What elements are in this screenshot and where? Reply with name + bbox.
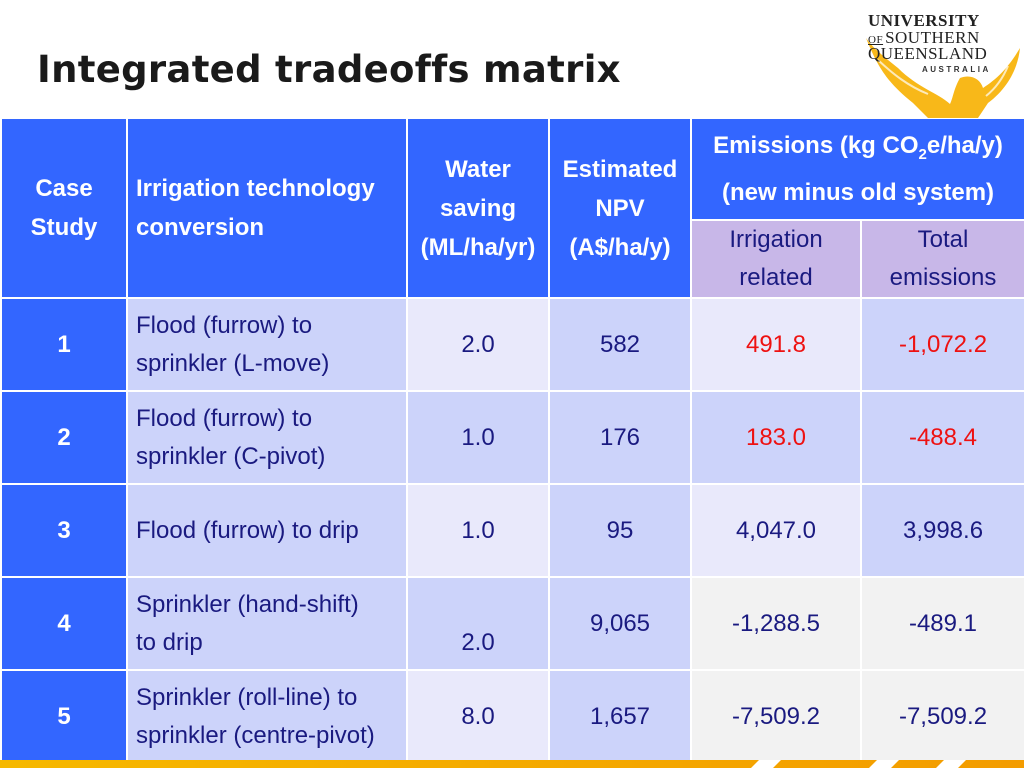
tech-line2: sprinkler (L-move): [136, 349, 330, 377]
header-water-line1: Water: [445, 155, 511, 183]
university-logo: UNIVERSITY OF SOUTHERN QUEENSLAND AUSTRAL…: [858, 8, 1024, 118]
case-number: 5: [0, 669, 128, 764]
npv-cell: 9,065: [548, 576, 692, 671]
header-npv: Estimated NPV (A$/ha/y): [548, 117, 692, 299]
header-npv-line2: NPV: [595, 194, 645, 222]
case-number: 4: [0, 576, 128, 671]
tech-line1: Flood (furrow) to drip: [136, 516, 359, 544]
total-emissions-cell: -488.4: [859, 390, 1024, 485]
case-number: 1: [0, 297, 128, 392]
tech-line2: sprinkler (centre-pivot): [136, 721, 375, 749]
header-water-line2: saving: [439, 194, 517, 222]
header-total-line2: emissions: [889, 264, 997, 291]
tech-line2: sprinkler (C-pivot): [136, 442, 326, 470]
logo-line-queensland: QUEENSLAND: [868, 44, 988, 63]
header-tech-line1: Irrigation technology: [136, 175, 375, 202]
technology-cell: Flood (furrow) to drip: [126, 483, 408, 578]
total-emissions-cell: 3,998.6: [859, 483, 1024, 578]
header-tech-line2: conversion: [136, 214, 265, 241]
header-row: Case Study Irrigation technology convers…: [0, 117, 1024, 299]
logo-line-australia: AUSTRALIA: [922, 65, 991, 74]
npv-cell: 582: [548, 297, 692, 392]
water-saving-cell: 1.0: [406, 390, 550, 485]
header-technology: Irrigation technology conversion: [126, 117, 408, 299]
header-irr-line1: Irrigation: [729, 226, 823, 253]
irrigation-emissions-cell: 4,047.0: [690, 483, 862, 578]
water-saving-cell: 2.0: [406, 297, 550, 392]
water-saving-cell: 1.0: [406, 483, 550, 578]
header-emissions-line1: Emissions (kg CO2e/ha/y): [692, 126, 1024, 174]
table-row: 3 Flood (furrow) to drip 1.0 95 4,047.0 …: [0, 483, 1024, 578]
total-emissions-cell: -7,509.2: [859, 669, 1024, 764]
water-saving-cell: 8.0: [406, 669, 550, 764]
emissions-subscript: 2: [918, 145, 927, 163]
tech-line1: Flood (furrow) to: [136, 404, 313, 432]
water-saving-cell: 2.0: [406, 576, 550, 671]
tradeoffs-table: Case Study Irrigation technology convers…: [0, 117, 1024, 764]
tech-line1: Sprinkler (roll-line) to: [136, 683, 358, 711]
technology-cell: Sprinkler (hand-shift) to drip: [126, 576, 408, 671]
header-total-line1: Total: [917, 226, 969, 253]
emissions-post: e/ha/y): [926, 131, 1003, 159]
irrigation-emissions-cell: -7,509.2: [690, 669, 862, 764]
header-npv-line1: Estimated: [562, 155, 678, 183]
irrigation-emissions-cell: -1,288.5: [690, 576, 862, 671]
header-irr-line2: related: [739, 264, 813, 291]
tech-line1: Flood (furrow) to: [136, 311, 313, 339]
technology-cell: Sprinkler (roll-line) to sprinkler (centr…: [126, 669, 408, 764]
header-case-study: Case Study: [0, 117, 128, 299]
header-case-line1: Case: [35, 175, 93, 202]
header-npv-line3: (A$/ha/y): [569, 233, 671, 261]
logo-line-university: UNIVERSITY: [868, 11, 980, 30]
header-water-saving: Water saving (ML/ha/yr): [406, 117, 550, 299]
npv-cell: 95: [548, 483, 692, 578]
irrigation-emissions-cell: 491.8: [690, 297, 862, 392]
total-emissions-cell: -489.1: [859, 576, 1024, 671]
tech-line2: to drip: [136, 628, 203, 656]
table-row: 4 Sprinkler (hand-shift) to drip 2.0 9,06…: [0, 576, 1024, 671]
slide-title: Integrated tradeoffs matrix: [37, 48, 621, 91]
tech-line1: Sprinkler (hand-shift): [136, 590, 359, 618]
header-emissions: Emissions (kg CO2e/ha/y) (new minus old …: [689, 117, 1024, 221]
technology-cell: Flood (furrow) to sprinkler (C-pivot): [126, 390, 408, 485]
npv-cell: 1,657: [548, 669, 692, 764]
header-total-emissions: Total emissions: [859, 219, 1024, 299]
header-irrigation-related: Irrigation related: [690, 219, 862, 299]
case-number: 3: [0, 483, 128, 578]
technology-cell: Flood (furrow) to sprinkler (L-move): [126, 297, 408, 392]
table-row: 2 Flood (furrow) to sprinkler (C-pivot) 1…: [0, 390, 1024, 485]
emissions-pre: Emissions (kg CO: [713, 131, 919, 159]
table-row: 1 Flood (furrow) to sprinkler (L-move) 2.…: [0, 297, 1024, 392]
irrigation-emissions-cell: 183.0: [690, 390, 862, 485]
npv-cell: 176: [548, 390, 692, 485]
header-case-line2: Study: [30, 214, 98, 241]
table-row: 5 Sprinkler (roll-line) to sprinkler (cen…: [0, 669, 1024, 764]
total-emissions-cell: -1,072.2: [859, 297, 1024, 392]
case-number: 2: [0, 390, 128, 485]
header-water-line3: (ML/ha/yr): [420, 233, 536, 261]
header-emissions-line2: (new minus old system): [721, 179, 995, 207]
